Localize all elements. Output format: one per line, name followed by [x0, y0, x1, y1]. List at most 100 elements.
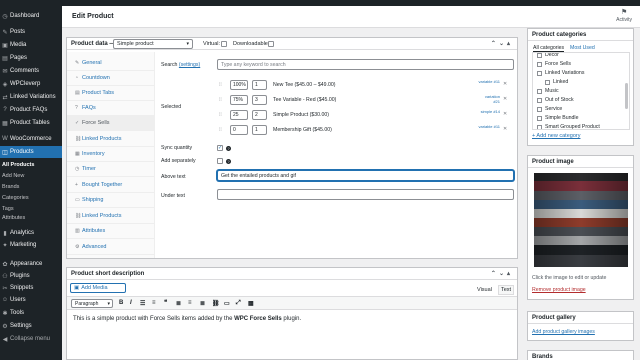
sync-quantity-checkbox[interactable]: ✓	[217, 145, 223, 151]
qty-input[interactable]: 75%	[230, 95, 248, 105]
virtual-checkbox[interactable]	[221, 41, 227, 47]
search-input[interactable]: Type any keyword to search	[217, 59, 514, 70]
sidebar-item-plugins[interactable]: ⚇ Plugins	[0, 270, 62, 282]
fullscreen-icon[interactable]: ⤢	[236, 300, 241, 307]
remove-image-link[interactable]: Remove product image	[532, 287, 586, 293]
tab-all-categories[interactable]: All categories	[533, 45, 565, 52]
category-item[interactable]: Decor	[537, 53, 559, 58]
submenu-all-products[interactable]: All Products	[2, 160, 34, 170]
short-description-content[interactable]: This is a simple product with Force Sell…	[73, 316, 301, 322]
drag-handle-icon[interactable]: ⁞⁞	[219, 97, 222, 103]
align-center-icon[interactable]: ≡	[188, 300, 192, 306]
downloadable-checkbox[interactable]	[268, 41, 274, 47]
sidebar-item-posts[interactable]: ✎ Posts	[0, 26, 62, 38]
tab-faqs[interactable]: ? FAQs	[67, 101, 155, 116]
row-meta-link[interactable]: variable #11	[478, 79, 501, 85]
remove-icon[interactable]: ✕	[503, 126, 507, 132]
tab-advanced[interactable]: ⚙ Advanced	[67, 240, 155, 255]
category-checkbox[interactable]	[537, 61, 542, 67]
sidebar-item-users[interactable]: ☺ Users	[0, 294, 62, 306]
tab-shipping[interactable]: ▭ Shipping	[67, 193, 155, 208]
tab-text[interactable]: Text	[498, 285, 515, 295]
italic-icon[interactable]: I	[130, 300, 132, 306]
category-item[interactable]: Linked Variations	[537, 70, 584, 76]
numbered-list-icon[interactable]: ≡	[152, 300, 156, 306]
category-item[interactable]: Linked	[545, 79, 568, 85]
row-meta-link[interactable]: variable #11	[478, 124, 501, 130]
tab-attributes[interactable]: ▥ Attributes	[67, 224, 155, 239]
drag-handle-icon[interactable]: ⁞⁞	[219, 112, 222, 118]
category-checkbox[interactable]	[537, 97, 542, 103]
sidebar-item-marketing[interactable]: ✦ Marketing	[0, 239, 62, 251]
category-item[interactable]: Smart Grouped Product	[537, 124, 600, 129]
sidebar-item-snippets[interactable]: ✂ Snippets	[0, 282, 62, 294]
tab-inventory[interactable]: ▦ Inventory	[67, 147, 155, 162]
category-item[interactable]: Out of Stock	[537, 97, 574, 103]
sidebar-item-tools[interactable]: ✱ Tools	[0, 307, 62, 319]
add-media-button[interactable]: ▣ Add Media	[70, 283, 126, 293]
submenu-categories[interactable]: Categories	[2, 193, 29, 203]
category-checkbox[interactable]	[545, 79, 550, 85]
read-more-icon[interactable]: ▭	[224, 300, 230, 307]
category-checkbox[interactable]	[537, 124, 542, 129]
sidebar-item-dashboard[interactable]: ◷ Dashboard	[0, 10, 62, 22]
tab-linked-products[interactable]: ⛓ Linked Products	[67, 132, 155, 147]
chevron-down-icon[interactable]: ⌄	[499, 41, 507, 47]
num-input[interactable]: 1	[252, 80, 267, 90]
category-item[interactable]: Music	[537, 88, 559, 94]
row-meta-link[interactable]: variation #21	[478, 94, 500, 104]
toolbar-toggle-icon[interactable]: ▦	[248, 300, 254, 307]
panel-controls[interactable]: ⌃⌄▴	[491, 270, 513, 277]
sidebar-item-linked-variations[interactable]: ⇄ Linked Variations	[0, 91, 62, 103]
submenu-add-new[interactable]: Add New	[2, 171, 24, 181]
drag-handle-icon[interactable]: ⁞⁞	[219, 127, 222, 133]
category-checkbox[interactable]	[537, 88, 542, 94]
num-input[interactable]: 2	[252, 110, 267, 120]
tab-most-used[interactable]: Most Used	[570, 45, 595, 51]
row-meta-link[interactable]: simple #14	[478, 109, 500, 115]
help-icon[interactable]: ?	[226, 159, 231, 164]
remove-icon[interactable]: ✕	[503, 111, 507, 117]
sidebar-item-appearance[interactable]: ✿ Appearance	[0, 258, 62, 270]
tab-general[interactable]: ✎ General	[67, 56, 155, 71]
submenu-brands[interactable]: Brands	[2, 182, 19, 192]
activity-button[interactable]: ⚑ Activity	[616, 9, 632, 23]
sidebar-item-pages[interactable]: ▤ Pages	[0, 52, 62, 64]
category-scrollbar[interactable]	[625, 83, 628, 109]
above-text-input[interactable]: Get the entailed products and gif	[217, 170, 514, 181]
collapse-menu-button[interactable]: ◀ Collapse menu	[0, 333, 62, 345]
bullet-list-icon[interactable]: ☰	[140, 300, 145, 307]
sidebar-item-wpclever[interactable]: ◈ WPCleverp	[0, 78, 62, 90]
submenu-attributes[interactable]: Attributes	[2, 213, 25, 223]
align-right-icon[interactable]: ≣	[200, 300, 205, 307]
sidebar-item-product-faqs[interactable]: ? Product FAQs	[0, 104, 62, 116]
sidebar-item-analytics[interactable]: ▮ Analytics	[0, 227, 62, 239]
tab-timer[interactable]: ◷ Timer	[67, 162, 155, 177]
qty-input[interactable]: 100%	[230, 80, 248, 90]
remove-icon[interactable]: ✕	[503, 96, 507, 102]
under-text-input[interactable]	[217, 189, 514, 200]
help-icon[interactable]: ?	[226, 146, 231, 151]
category-checkbox[interactable]	[537, 106, 542, 112]
qty-input[interactable]: 25	[230, 110, 248, 120]
tab-countdown[interactable]: ◔ Countdown	[67, 71, 155, 86]
drag-handle-icon[interactable]: ⁞⁞	[219, 82, 222, 88]
product-type-select[interactable]: Simple product ▾	[113, 39, 193, 49]
format-select[interactable]: Paragraph ▾	[71, 299, 113, 308]
tab-linked-products-2[interactable]: ⛓ Linked Products	[67, 209, 155, 224]
panel-controls[interactable]: ⌃⌄▴	[491, 40, 513, 47]
add-new-category-link[interactable]: + Add new category	[532, 133, 580, 139]
toggle-arrow-icon[interactable]: ▴	[507, 41, 513, 47]
tab-force-sells[interactable]: ✓ Force Sells	[67, 116, 155, 131]
category-item[interactable]: Service	[537, 106, 562, 112]
category-item[interactable]: Force Sells	[537, 61, 571, 67]
category-checkbox[interactable]	[537, 115, 542, 121]
category-checkbox[interactable]	[537, 70, 542, 76]
bold-icon[interactable]: B	[119, 300, 123, 306]
sidebar-item-woocommerce[interactable]: W WooCommerce	[0, 133, 62, 145]
category-checkbox[interactable]	[537, 53, 542, 58]
add-gallery-images-link[interactable]: Add product gallery images	[532, 329, 595, 335]
category-item[interactable]: Simple Bundle	[537, 115, 578, 121]
sidebar-item-media[interactable]: ▣ Media	[0, 39, 62, 51]
tab-bought-together[interactable]: + Bought Together	[67, 178, 155, 193]
